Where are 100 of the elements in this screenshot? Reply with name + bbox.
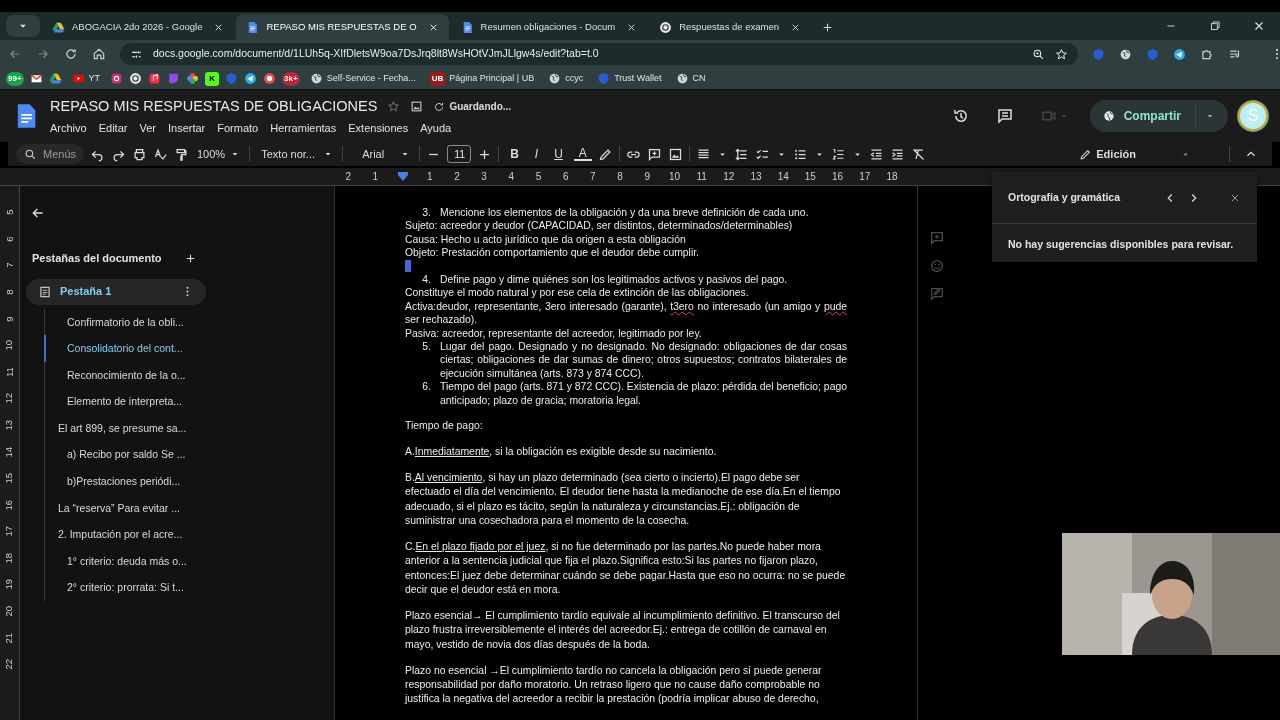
bookmark-star-icon[interactable] — [1055, 47, 1068, 61]
menu-search-field[interactable]: Menús — [16, 144, 84, 164]
outline-item[interactable]: 2. Imputación por el acre... — [44, 521, 183, 548]
ruler-number: 5 — [535, 171, 542, 182]
home-icon[interactable] — [92, 47, 106, 61]
ruler-number: 17 — [2, 526, 16, 537]
address-bar[interactable]: docs.google.com/document/d/1LUh5q-XIfDletsW9oa7DsJrq8lt8WsHOtVJmJLlgw4s/edit?tab=t.0 — [120, 43, 1078, 65]
format-button[interactable]: B — [505, 145, 524, 163]
ruler-number: 17 — [859, 171, 871, 182]
editing-mode-button[interactable]: Edición — [1077, 145, 1193, 163]
numbered-list-icon[interactable] — [830, 146, 846, 162]
extensions-icon[interactable] — [1200, 47, 1214, 61]
ruler-number: 18 — [2, 552, 16, 564]
reload-icon[interactable] — [64, 47, 78, 61]
bookmark-label[interactable]: Página Principal | UB — [449, 71, 535, 86]
save-status: Guardando... — [449, 100, 512, 115]
bookmark-icon: UB — [429, 71, 446, 86]
outline-item[interactable]: Confirmatorio de la obli... — [44, 308, 184, 336]
menu-item[interactable]: Insertar — [163, 119, 210, 137]
ruler-number: 21 — [2, 632, 16, 644]
history-icon[interactable] — [951, 107, 970, 125]
menu-item[interactable]: Herramientas — [266, 119, 341, 137]
bookmark-label[interactable]: YT — [88, 71, 101, 86]
bookmark-icon[interactable] — [186, 72, 200, 85]
bookmark-icon[interactable] — [29, 72, 43, 85]
media-icon[interactable] — [1228, 47, 1242, 61]
menu-item[interactable]: Ayuda — [416, 119, 456, 137]
ruler-number: 14 — [2, 446, 16, 457]
bookmark-icon[interactable] — [110, 72, 124, 85]
bookmark-icon[interactable] — [263, 72, 277, 85]
menu-item[interactable]: Archivo — [46, 119, 91, 137]
indent-marker[interactable] — [397, 172, 408, 183]
text-cursor — [405, 259, 411, 272]
bookmark-label[interactable]: Self-Service - Fecha... — [326, 71, 416, 86]
share-button[interactable]: Compartir — [1089, 100, 1228, 132]
ruler-number: 18 — [886, 171, 898, 182]
paragraph: Activa:deudor, representante, 3ero interesado (garante), t3ero no interesado (un amigo y pude ser rechazado). — [405, 299, 847, 327]
outline-item[interactable]: El art 899, se presume sa... — [44, 414, 187, 442]
paragraph: C.En el plazo fijado por el juez, si no fue determinado por las partes.No puede haber mora anterior a la sentencia judicial que fija el plazo.Significa esto:Si las partes no fijaron plazo, entonces:El juez debe determinar cuándo se debe pagar.Hasta que eso no ocurra: no se puede decir que el deudor está en mora. — [405, 540, 847, 597]
outline-item[interactable]: Elemento de interpreta... — [44, 388, 182, 415]
bookmark-label[interactable]: CN — [692, 71, 706, 86]
ruler-number: 12 — [723, 171, 735, 182]
paragraph: Pasiva: acreedor, representante del acreedor, legitimado por ley. — [405, 326, 703, 341]
print-icon[interactable] — [132, 146, 147, 162]
paragraph: Objeto: Prestación comportamiento que el deudor debe cumplir. — [405, 246, 700, 260]
panel-title: Ortografía y gramática — [1008, 189, 1122, 205]
outline-item[interactable]: b)Prestaciones periódi... — [44, 468, 181, 495]
paragraph: Tiempo de pago: — [405, 418, 484, 433]
font-size-field[interactable]: 11 — [447, 145, 472, 163]
style-dropdown[interactable]: Texto nor... — [256, 145, 337, 163]
bookmark-icon[interactable] — [148, 72, 162, 85]
sync-icon — [433, 100, 446, 113]
bookmark-label[interactable]: Trust Wallet — [614, 71, 662, 86]
font-dropdown[interactable]: Arial — [349, 145, 414, 163]
document-title[interactable]: REPASO MIS RESPUESTAS DE OBLIGACIONES — [50, 95, 378, 118]
outline-item[interactable]: Consolidatorio del cont... — [44, 335, 183, 362]
tab-title: Resumen obligaciones - Docum — [480, 20, 617, 34]
paragraph: Causa: Hecho u acto jurídico que da origen a esta obligación — [405, 232, 687, 247]
menu-item[interactable]: Extensiones — [344, 119, 413, 137]
document-tab[interactable]: Pestaña 1 — [26, 278, 206, 305]
paragraph: Constituye el modo natural y por ese cela de extinción de las obligaciones. — [405, 286, 750, 300]
ruler-number: 16 — [832, 171, 844, 182]
ruler-number: 6 — [2, 236, 16, 242]
outline-item[interactable]: 2° criterio: prorrata: Si t... — [44, 574, 184, 602]
outline-item[interactable]: 1° criterio: deuda más o... — [44, 547, 187, 575]
outline-item[interactable]: a) Recibo por saldo Se ... — [44, 441, 186, 469]
document-icon — [246, 20, 260, 34]
menu-item[interactable]: Editar — [94, 119, 132, 137]
bookmark-label[interactable]: ccyc — [565, 71, 584, 86]
menu-item[interactable]: Formato — [213, 119, 263, 137]
outline-item[interactable]: Reconocimiento de la o... — [44, 361, 186, 389]
format-button[interactable]: U — [549, 145, 568, 163]
menu-item[interactable]: Ver — [135, 119, 160, 137]
ruler-number: 22 — [2, 659, 16, 670]
add-comment-icon[interactable] — [646, 146, 662, 162]
browser-tab[interactable]: Respuestas de examen — [649, 14, 812, 40]
line-spacing-icon[interactable] — [733, 146, 749, 162]
format-button[interactable]: I — [529, 145, 544, 163]
image-icon[interactable] — [667, 146, 683, 162]
bookmark-icon[interactable] — [48, 72, 62, 85]
ruler-number: 16 — [2, 499, 16, 511]
format-button[interactable]: A — [573, 147, 592, 161]
bookmark-icon[interactable] — [244, 72, 258, 85]
browser-tab[interactable]: ABOGACIA 2do 2026 - Google — [42, 14, 235, 40]
comments-icon[interactable] — [995, 107, 1014, 125]
tab-title: REPASO MIS RESPUESTAS DE O — [266, 20, 418, 34]
paint-format-icon[interactable] — [174, 146, 189, 162]
browser-tab[interactable]: REPASO MIS RESPUESTAS DE O — [236, 14, 449, 40]
outline-item[interactable]: La “reserva” Para evitar ... — [44, 494, 180, 522]
ruler-number: 8 — [617, 171, 623, 182]
star-icon[interactable] — [387, 100, 401, 114]
restore-icon[interactable] — [1208, 19, 1222, 33]
bookmark-icon[interactable] — [129, 72, 143, 85]
decrease-indent-icon[interactable] — [868, 146, 884, 162]
bookmark-icon[interactable]: 3k+ — [282, 71, 300, 86]
bookmark-icon[interactable]: K — [205, 71, 220, 86]
clear-formatting-icon[interactable] — [910, 146, 926, 162]
browser-tab[interactable]: Resumen obligaciones - Docum — [450, 14, 648, 40]
zoom-icon[interactable] — [1032, 47, 1045, 61]
zoom-dropdown[interactable]: 100% — [195, 145, 244, 163]
